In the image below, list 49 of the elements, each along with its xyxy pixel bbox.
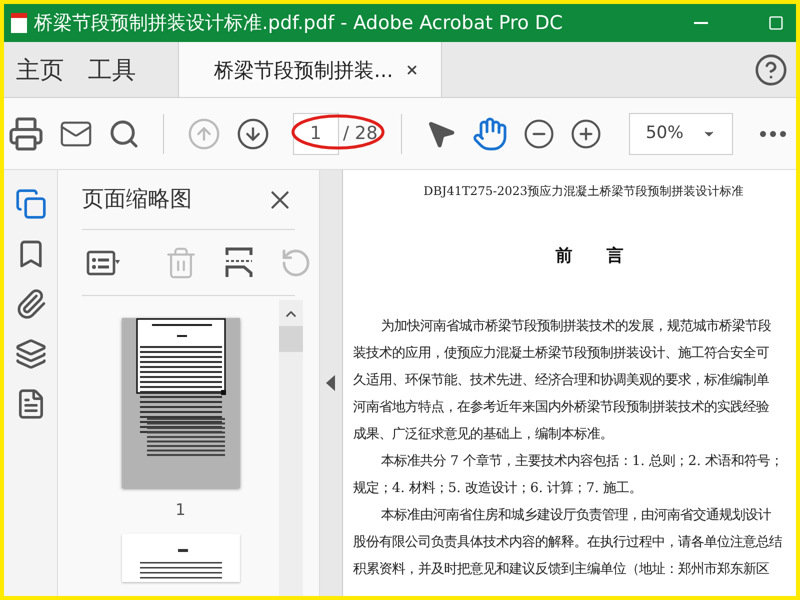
maximize-icon <box>768 15 784 31</box>
hand-icon <box>472 116 508 152</box>
arrow-up-icon <box>187 116 221 150</box>
arrow-down-icon <box>236 116 270 150</box>
search-icon <box>108 118 140 150</box>
page-thumbnail[interactable] <box>122 318 240 488</box>
pdf-icon <box>8 12 30 34</box>
page-total: / 28 <box>343 122 378 146</box>
page-split-icon <box>224 246 254 278</box>
body-text-line: 河南省地方特点，在参考近年来国内外桥梁节段预制拼装技术的实践经验 <box>353 398 770 416</box>
body-text-line: 股份有限公司负责具体技术内容的解释。在执行过程中，请各单位注意总结 <box>353 534 783 551</box>
zoom-in-icon <box>570 118 602 150</box>
help-icon <box>754 52 788 86</box>
body-text-line: 本标准由河南省住房和城乡建设厅负责管理，由河南省交通规划设计 <box>380 506 772 524</box>
page-label: 1 <box>175 499 186 521</box>
window-title: 桥梁节段预制拼装设计标准.pdf.pdf - Adobe Acrobat Pro DC <box>34 10 563 36</box>
document-tab[interactable]: 桥梁节段预制拼装... <box>178 42 442 97</box>
zoom-dropdown[interactable]: 50% <box>628 112 733 154</box>
document-tab-label: 桥梁节段预制拼装... <box>214 56 394 84</box>
body-text-line: 本标准共分 7 个章节，主要技术内容包括：1. 总则；2. 术语和符号； <box>380 452 784 470</box>
rail-button[interactable] <box>14 288 46 320</box>
body-text-line: 久适用、环保节能、技术先进、经济合理和协调美观的要求，标准编制单 <box>353 372 770 389</box>
page-header: DBJ41T275-2023预应力混凝土桥梁节段预制拼装设计标准 <box>423 183 744 200</box>
page-heading: 前 言 <box>556 245 624 268</box>
paperclip-icon <box>14 288 46 320</box>
page-thumbnail[interactable] <box>122 534 240 582</box>
layers-icon <box>14 338 46 370</box>
rail-button[interactable] <box>14 188 46 220</box>
body-text-line: 为加快河南省城市桥梁节段预制拼装技术的发展，规范城市桥梁节段 <box>380 318 772 335</box>
nav-tab[interactable]: 主页 <box>6 42 74 97</box>
scroll-thumb[interactable] <box>279 326 303 352</box>
minimize-icon <box>694 22 708 24</box>
rail-button[interactable] <box>14 338 46 370</box>
body-text-line: 成果、广泛征求意见的基础上，编制本标准。 <box>353 426 614 443</box>
collapse-arrow-icon <box>326 375 336 391</box>
hand-tool-button[interactable] <box>472 116 508 152</box>
more-icon <box>760 130 786 136</box>
pages-icon <box>14 188 46 220</box>
panel-title: 页面缩略图 <box>82 186 192 214</box>
print-icon <box>8 116 44 152</box>
zoom-out-icon <box>522 118 555 150</box>
body-text-line: 规定；4. 材料；5. 改造设计；6. 计算；7. 施工。 <box>353 480 644 497</box>
nav-tab[interactable]: 工具 <box>78 42 146 97</box>
next-page-button[interactable] <box>236 116 270 150</box>
body-text-line: 积累资料，并及时把意见和建议反馈到主编单位（地址：郑州市郑东新区 <box>353 560 770 578</box>
body-text-line: 装技术的应用，使预应力混凝土桥梁节段预制拼装设计、施工符合安全可 <box>353 344 770 362</box>
list-icon <box>86 248 120 276</box>
close-icon <box>405 62 420 76</box>
rotate-icon <box>280 246 312 278</box>
